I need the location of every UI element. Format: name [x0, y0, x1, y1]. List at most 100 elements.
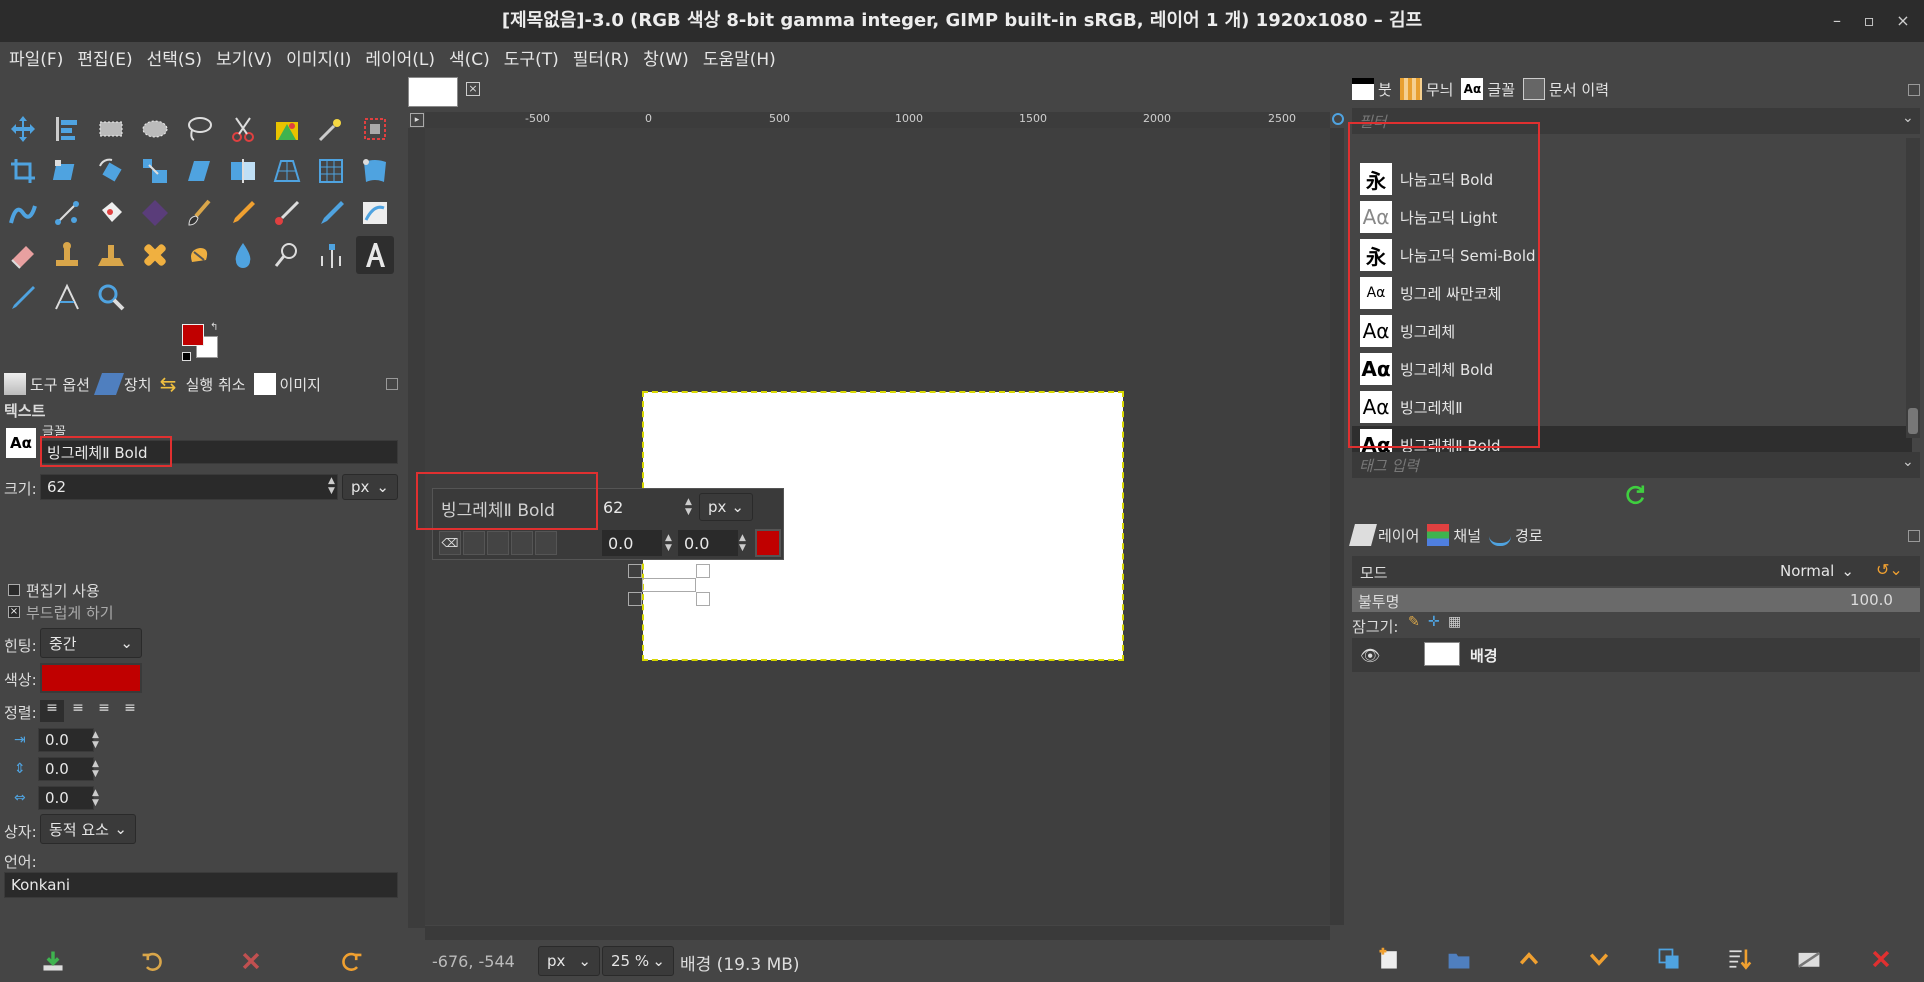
horizontal-ruler[interactable]: -500 0 500 1000 1500 2000 2500: [425, 112, 1330, 128]
font-list-scrollbar-thumb[interactable]: [1908, 408, 1918, 434]
justify-center-icon[interactable]: ≡: [92, 700, 116, 722]
clone-icon[interactable]: [48, 236, 86, 274]
smudge-icon[interactable]: [180, 236, 218, 274]
mode-select[interactable]: Normal ⌄: [1772, 558, 1862, 584]
text-tool-icon[interactable]: [356, 236, 394, 274]
shear-icon[interactable]: [180, 152, 218, 190]
measure-icon[interactable]: [48, 278, 86, 316]
hinting-select[interactable]: 중간 ⌄: [40, 628, 142, 658]
zoom-icon[interactable]: [92, 278, 130, 316]
bold-icon[interactable]: [463, 531, 485, 555]
layer-mask-icon[interactable]: [1792, 942, 1826, 976]
perspective-icon[interactable]: [268, 152, 306, 190]
menu-file[interactable]: 파일(F): [9, 45, 63, 70]
paintbrush-icon[interactable]: [180, 194, 218, 232]
raise-layer-icon[interactable]: [1512, 942, 1546, 976]
move-tool-icon[interactable]: [4, 110, 42, 148]
opacity-slider[interactable]: 불투명 100.0: [1352, 588, 1920, 612]
canvas-menu-icon[interactable]: ▸: [410, 113, 424, 127]
kerning-input[interactable]: 0.0: [677, 529, 739, 557]
restore-options-icon[interactable]: [136, 944, 170, 978]
perspective-clone-icon[interactable]: [92, 236, 130, 274]
lock-position-icon[interactable]: ✛: [1428, 614, 1440, 630]
flip-icon[interactable]: [224, 152, 262, 190]
menu-edit[interactable]: 편집(E): [77, 45, 132, 70]
layer-row[interactable]: 👁 배경: [1352, 638, 1920, 672]
menu-help[interactable]: 도움말(H): [703, 45, 776, 70]
reset-options-icon[interactable]: [334, 944, 368, 978]
text-box-handle[interactable]: [628, 564, 642, 578]
size-unit-select[interactable]: px ⌄: [342, 474, 398, 500]
letter-spacing-spin-arrows[interactable]: ▲ ▼: [92, 788, 99, 808]
text-toolbar-unit-select[interactable]: px ⌄: [699, 493, 753, 521]
merge-layer-icon[interactable]: [1722, 942, 1756, 976]
indent-input[interactable]: 0.0: [38, 728, 94, 752]
letter-spacing-input[interactable]: 0.0: [38, 786, 94, 810]
unified-transform-icon[interactable]: [48, 152, 86, 190]
menu-layer[interactable]: 레이어(L): [365, 45, 435, 70]
tab-images[interactable]: 이미지: [253, 373, 321, 395]
baseline-input[interactable]: 0.0: [601, 529, 663, 557]
tab-channels[interactable]: 채널: [1427, 524, 1481, 546]
eraser-icon[interactable]: [4, 236, 42, 274]
text-box-handle[interactable]: [696, 592, 710, 606]
menu-filters[interactable]: 필터(R): [573, 45, 629, 70]
mode-reset-icon[interactable]: ↺⌄: [1876, 560, 1903, 579]
tab-paths[interactable]: 경로: [1489, 524, 1543, 546]
ink-icon[interactable]: [312, 194, 350, 232]
text-color-button[interactable]: [40, 663, 142, 693]
cage-transform-icon[interactable]: [312, 152, 350, 190]
tab-brushes[interactable]: 붓: [1352, 78, 1392, 100]
font-preview-icon[interactable]: Aα: [6, 428, 36, 458]
zoom-lock-icon[interactable]: [1332, 113, 1344, 125]
text-box-handle[interactable]: [696, 564, 710, 578]
tab-tool-options[interactable]: 도구 옵션: [4, 373, 90, 395]
eye-icon[interactable]: 👁: [1360, 646, 1380, 665]
color-picker-icon[interactable]: [4, 278, 42, 316]
close-button[interactable]: ×: [1890, 8, 1916, 34]
panel-menu-icon[interactable]: [1908, 84, 1920, 96]
refresh-fonts-icon[interactable]: [1622, 482, 1648, 512]
menu-colors[interactable]: 색(C): [449, 45, 490, 70]
line-spacing-input[interactable]: 0.0: [38, 757, 94, 781]
tab-document-history[interactable]: 문서 이력: [1523, 78, 1609, 100]
blur-icon[interactable]: [224, 236, 262, 274]
tab-undo-history[interactable]: ⇆ 실행 취소: [160, 373, 246, 395]
new-layer-group-icon[interactable]: [1442, 942, 1476, 976]
maximize-button[interactable]: ▫: [1856, 8, 1882, 34]
new-layer-icon[interactable]: [1372, 942, 1406, 976]
rect-select-icon[interactable]: [92, 110, 130, 148]
swap-colors-icon[interactable]: ↰: [210, 322, 218, 333]
chevron-down-icon[interactable]: ⌄: [1902, 454, 1914, 470]
panel-menu-icon[interactable]: [1908, 530, 1920, 542]
font-list-scrollbar[interactable]: [1906, 138, 1920, 438]
line-spacing-spin-arrows[interactable]: ▲ ▼: [92, 759, 99, 779]
zoom-select[interactable]: 25 % ⌄: [602, 946, 674, 976]
text-box-outline[interactable]: [642, 578, 696, 592]
lower-layer-icon[interactable]: [1582, 942, 1616, 976]
align-tool-icon[interactable]: [48, 110, 86, 148]
menu-view[interactable]: 보기(V): [216, 45, 272, 70]
use-editor-checkbox[interactable]: [8, 584, 20, 596]
warp-icon[interactable]: [4, 194, 42, 232]
lock-alpha-icon[interactable]: ▦: [1448, 614, 1461, 630]
pencil-icon[interactable]: [224, 194, 262, 232]
delete-layer-icon[interactable]: [1864, 942, 1898, 976]
foreground-color-front[interactable]: [182, 324, 204, 346]
strikethrough-icon[interactable]: [535, 531, 557, 555]
close-image-tab-icon[interactable]: ×: [466, 82, 480, 96]
language-input[interactable]: Konkani: [4, 872, 398, 898]
dodge-burn-icon[interactable]: [268, 236, 306, 274]
rotate-icon[interactable]: [92, 152, 130, 190]
menu-image[interactable]: 이미지(I): [286, 45, 351, 70]
underline-icon[interactable]: [511, 531, 533, 555]
handle-transform-icon[interactable]: [48, 194, 86, 232]
duplicate-layer-icon[interactable]: [1652, 942, 1686, 976]
image-tab-thumbnail[interactable]: [408, 77, 458, 107]
vertical-scrollbar[interactable]: [1330, 128, 1344, 925]
fuzzy-select-icon[interactable]: [312, 110, 350, 148]
minimize-button[interactable]: –: [1824, 8, 1850, 34]
paths-icon[interactable]: [312, 236, 350, 274]
paint-bucket-icon[interactable]: [92, 194, 130, 232]
crop-icon[interactable]: [4, 152, 42, 190]
